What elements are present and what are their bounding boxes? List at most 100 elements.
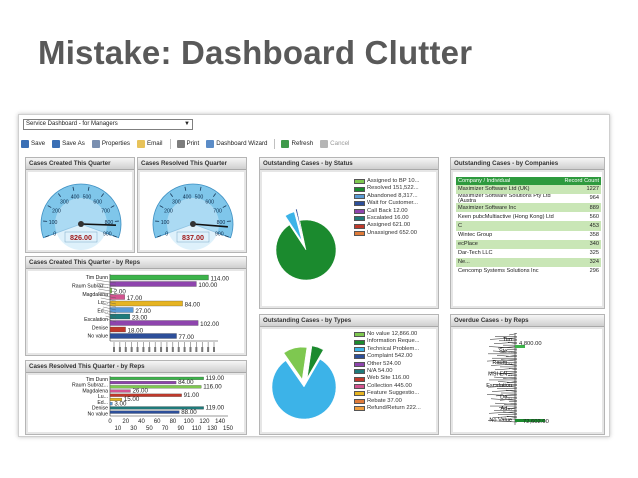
company-cell: Keen pubcMultiactive (Hong Kong) Ltd: [458, 213, 554, 220]
panel-created-by-reps: Cases Created This Quarter - by Reps 114…: [25, 256, 247, 356]
legend-label: Collection 445.00: [367, 382, 412, 389]
wizard-icon: [206, 139, 215, 148]
table-row[interactable]: Wintec Group 358: [456, 231, 601, 240]
email-button[interactable]: Email: [137, 139, 163, 148]
toolbar-button-label: Dashboard Wizard: [216, 140, 268, 147]
save-as-button[interactable]: Save As: [52, 139, 85, 148]
toolbar-separator: [274, 138, 276, 149]
x-tick-label: 60: [154, 419, 161, 425]
slide-title: Mistake: Dashboard Clutter: [38, 34, 473, 71]
gauge-tick-label: 900: [103, 232, 112, 238]
record-count-cell: 560: [589, 213, 599, 220]
refresh-button[interactable]: Refresh: [281, 139, 313, 148]
legend-swatch: [354, 361, 365, 367]
bar-chart-resolved-by-reps: 119.0084.00116.0026.0091.0015.003.00119.…: [72, 375, 234, 432]
category-label: Raum Subraz...: [72, 283, 108, 289]
table-row[interactable]: Dar-Tech LLC 325: [456, 249, 601, 258]
refresh-icon: [281, 139, 290, 148]
panel-title: Cases Created This Quarter - by Reps: [26, 257, 246, 269]
table-row[interactable]: Maximizer Software Ltd (UK) 1227: [456, 185, 601, 195]
toolbar-button-label: Properties: [101, 140, 131, 147]
legend-item: Assigned 621.00: [354, 222, 419, 229]
pie-chart-status: [275, 208, 337, 281]
panel-title: Cases Created This Quarter: [26, 158, 134, 170]
tick-label-clutter: [160, 347, 163, 352]
panel-resolved-by-reps: Cases Resolved This Quarter - by Reps 11…: [25, 360, 247, 435]
data-label: 102.00: [200, 321, 219, 328]
panel-title: Overdue Cases - by Reps: [451, 315, 604, 327]
table-row[interactable]: Cencomp Systems Solutions Inc 296: [456, 267, 601, 276]
legend-label: Other 524.00: [367, 360, 401, 367]
data-label: 26.00: [132, 388, 148, 395]
gauge-readout: 837.00: [182, 233, 204, 242]
bar: [109, 410, 180, 414]
data-label: 116.00: [203, 383, 222, 390]
legend-label: Complaint 542.00: [367, 353, 413, 360]
legend-swatch: [354, 332, 365, 338]
gauge-tick-label: 400: [183, 195, 192, 201]
data-label: 23.00: [132, 314, 148, 321]
legend-item: Resolved 151,522...: [354, 185, 419, 192]
record-count-cell: 324: [560, 257, 601, 267]
tick-label-clutter: [195, 347, 198, 352]
table-row[interactable]: Keen pubcMultiactive (Hong Kong) Ltd 560: [456, 212, 601, 221]
category-label: Ste...: [499, 349, 513, 355]
properties-icon: [91, 139, 100, 148]
properties-button[interactable]: Properties: [91, 139, 131, 148]
tick-label-clutter: [207, 347, 210, 352]
gauge-tick-label: 200: [52, 208, 61, 214]
legend-swatch: [354, 201, 365, 207]
table-row[interactable]: Maximizer Software Inc 889: [456, 203, 601, 213]
bar: [109, 307, 134, 313]
column-header[interactable]: Company / Individual: [456, 177, 561, 185]
dashboard-screenshot: Service Dashboard - for Managers ▼ Save S…: [18, 114, 610, 437]
tick-label-clutter: [124, 347, 127, 352]
x-tick-label: 90: [177, 426, 184, 432]
bar: [109, 393, 182, 397]
table-row[interactable]: ecPlace 340: [456, 239, 601, 249]
legend-item: Call Back 12.00: [354, 208, 419, 215]
table-row[interactable]: Maximizer Software Solutions Pty Ltd (Au…: [456, 194, 601, 203]
data-label: 100.00: [198, 282, 217, 289]
cancel-button[interactable]: Cancel: [320, 139, 349, 148]
legend-item: Information Reque...: [354, 338, 421, 345]
save-button[interactable]: Save: [21, 139, 45, 148]
gauge-tick-label: 600: [93, 200, 102, 206]
dashboard-select[interactable]: Service Dashboard - for Managers ▼: [23, 119, 193, 130]
category-label: MSI EN...: [488, 372, 512, 378]
legend-label: N/A 54.00: [367, 367, 393, 374]
panel-title: Cases Resolved This Quarter: [138, 158, 246, 170]
panel-title: Outstanding Cases - by Types: [260, 315, 438, 327]
x-tick-label: 0: [108, 419, 112, 425]
gauge-tick-label: 500: [83, 195, 92, 201]
panel-overdue-by-reps: Overdue Cases - by Reps Tim Ste... Raum...…: [450, 314, 605, 435]
panel-cases-by-companies: Outstanding Cases - by Companies Company…: [450, 157, 605, 309]
dashboard-wizard-button[interactable]: Dashboard Wizard: [206, 139, 268, 148]
chevron-down-icon[interactable]: ▼: [184, 120, 190, 129]
dashboard-select-value: Service Dashboard - for Managers: [26, 121, 118, 127]
category-label: Lu...: [98, 300, 108, 306]
legend-label: Assigned to BP 10...: [367, 178, 420, 184]
panel-cases-created-quarter: Cases Created This Quarter 0 100 200 300 400…: [25, 157, 135, 253]
bar: [109, 281, 197, 287]
x-tick-label: 120: [199, 419, 210, 425]
legend-swatch: [354, 216, 365, 222]
category-label: De...: [500, 395, 512, 401]
tick-label-clutter: [113, 347, 115, 352]
x-tick-label: 10: [115, 426, 122, 432]
tick-label-clutter: [118, 347, 121, 352]
column-header[interactable]: Record Count: [560, 177, 601, 185]
x-tick-label: 150: [223, 426, 234, 432]
legend-label: Rebate 37.00: [367, 397, 402, 404]
legend-swatch: [354, 383, 365, 389]
table-row[interactable]: C 453: [456, 221, 601, 231]
gauge-tick-label: 100: [49, 220, 58, 226]
category-label: Ad...: [500, 406, 512, 412]
overlap-line: [508, 333, 518, 336]
legend-item: Other 524.00: [354, 361, 421, 368]
table-row[interactable]: Ne... 324: [456, 257, 601, 267]
save-as-icon: [52, 139, 61, 148]
pie-slice: [275, 219, 337, 281]
print-button[interactable]: Print: [176, 139, 199, 148]
legend-item: Refund/Return 222...: [354, 405, 421, 412]
